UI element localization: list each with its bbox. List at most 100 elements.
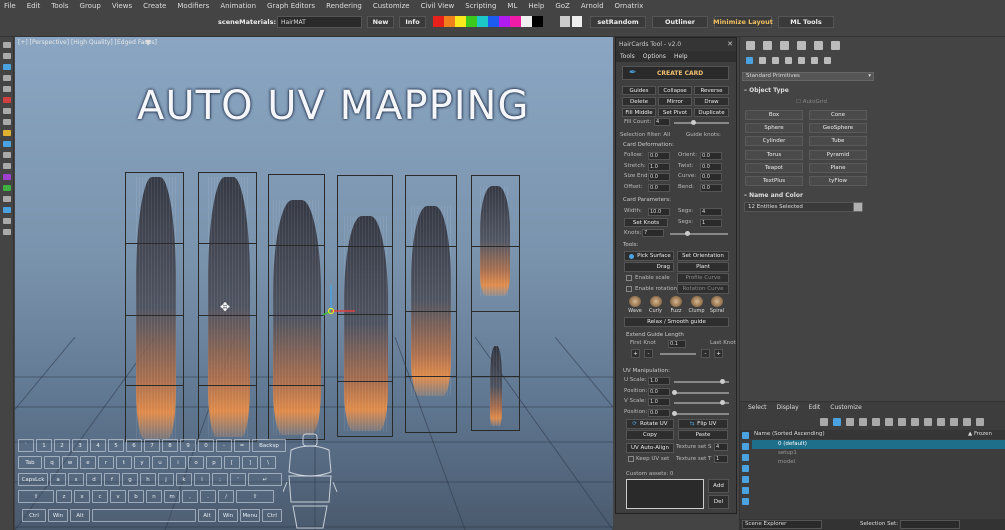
keyboard-key[interactable]: = [234, 439, 250, 452]
pick-surface-button[interactable]: Pick Surface [624, 251, 674, 261]
object-color-swatch[interactable] [853, 202, 863, 212]
group-icon[interactable] [872, 418, 880, 426]
object-tyflow-button[interactable]: tyFlow [809, 176, 867, 186]
keyboard-key[interactable]: ↵ [248, 473, 282, 486]
color-swatch[interactable] [499, 16, 510, 27]
keyboard-key[interactable]: b [128, 490, 144, 503]
col-frozen[interactable]: ▲ Frozen [968, 431, 992, 437]
width-field[interactable]: 10.0 [648, 208, 670, 216]
scale-icon[interactable] [3, 86, 11, 92]
object-textplus-button[interactable]: TextPlus [745, 176, 803, 186]
delete-button[interactable]: Delete [622, 97, 656, 106]
set-random-button[interactable]: setRandom [590, 16, 646, 28]
keyboard-key[interactable]: l [194, 473, 210, 486]
se-menu-edit[interactable]: Edit [809, 404, 821, 414]
keyboard-key[interactable]: 7 [144, 439, 160, 452]
move-icon[interactable] [3, 64, 11, 70]
filter-icon[interactable]: ▼ [145, 38, 151, 47]
color-swatch[interactable] [477, 16, 488, 27]
profile-curve-button[interactable]: Profile Curve [677, 273, 729, 283]
color-swatch[interactable] [455, 16, 466, 27]
keyboard-key[interactable]: . [200, 490, 216, 503]
shape-icon[interactable] [3, 218, 11, 224]
keyboard-key[interactable]: 6 [126, 439, 142, 452]
helpers-icon[interactable] [798, 57, 805, 64]
keyboard-key[interactable]: w [62, 456, 78, 469]
deform-field-right[interactable]: 0.0 [700, 173, 722, 181]
cameras-icon[interactable] [785, 57, 792, 64]
menu-create[interactable]: Create [143, 2, 166, 10]
menu-graph-editors[interactable]: Graph Editors [267, 2, 315, 10]
keyboard-key[interactable]: u [152, 456, 168, 469]
motion-icon[interactable] [797, 41, 806, 50]
filter-icon[interactable] [833, 418, 841, 426]
swatch-white-2[interactable] [572, 16, 582, 27]
uv-auto-align-button[interactable]: UV Auto-Align [626, 443, 674, 453]
deform-field-left[interactable]: 1.0 [648, 162, 670, 171]
selection-set-dropdown[interactable] [900, 520, 960, 529]
light-icon[interactable] [911, 418, 919, 426]
object-pyramid-button[interactable]: Pyramid [809, 149, 867, 160]
segs-field[interactable]: 4 [700, 208, 722, 216]
color-swatch[interactable] [521, 16, 532, 27]
uv-row-field[interactable]: 1.0 [648, 377, 670, 385]
flip-uv-button[interactable]: ⇆ Flip UV [678, 419, 728, 429]
create-card-button[interactable]: ✒ CREATE CARD [622, 66, 729, 80]
keyboard-key[interactable]: d [86, 473, 102, 486]
menu-group[interactable]: Group [80, 2, 101, 10]
style-clump-button[interactable]: Clump [688, 296, 706, 315]
hair-card-5[interactable] [405, 175, 457, 433]
fill-count-knob[interactable] [691, 120, 696, 125]
menu-file[interactable]: File [4, 2, 16, 10]
keyboard-key[interactable]: i [170, 456, 186, 469]
se-menu-select[interactable]: Select [748, 404, 767, 414]
keyboard-key[interactable]: 1 [36, 439, 52, 452]
color-swatch[interactable] [433, 16, 444, 27]
style-wave-button[interactable]: Wave [626, 296, 644, 315]
geometry-icon[interactable] [746, 57, 753, 64]
hair-icon[interactable] [3, 174, 11, 180]
last-knot-minus-button[interactable]: - [701, 349, 710, 358]
enable-scale-checkbox[interactable] [626, 275, 632, 281]
settings-icon[interactable] [976, 418, 984, 426]
utilities-icon[interactable] [831, 41, 840, 50]
keyboard-key[interactable]: ] [242, 456, 258, 469]
keyboard-key[interactable]: ' [230, 473, 246, 486]
system-icon[interactable] [3, 229, 11, 235]
keyboard-key[interactable]: 2 [54, 439, 70, 452]
objects-icon[interactable] [742, 443, 749, 450]
hair-card-6[interactable] [471, 175, 520, 431]
keyboard-key[interactable]: z [56, 490, 72, 503]
menu-customize[interactable]: Customize [373, 2, 410, 10]
hc-menu-options[interactable]: Options [643, 53, 666, 60]
lights-icon[interactable] [742, 454, 749, 461]
draw-button[interactable]: Draw [694, 97, 729, 106]
camera-icon[interactable] [3, 163, 11, 169]
keyboard-key[interactable]: r [98, 456, 114, 469]
keyboard-key[interactable]: Win [218, 509, 238, 522]
keyboard-key[interactable]: j [158, 473, 174, 486]
color-swatch[interactable] [466, 16, 477, 27]
keyboard-key[interactable]: m [164, 490, 180, 503]
move-gizmo-icon[interactable] [319, 277, 359, 317]
menu-ornatrix[interactable]: Ornatrix [615, 2, 644, 10]
color-swatch[interactable] [510, 16, 521, 27]
object-torus-button[interactable]: Torus [745, 149, 803, 160]
menu-scripting[interactable]: Scripting [465, 2, 496, 10]
knots-slider[interactable] [670, 233, 728, 235]
create-icon[interactable] [746, 41, 755, 50]
keyboard-key[interactable]: , [182, 490, 198, 503]
extend-slider[interactable] [660, 353, 696, 355]
keyboard-key[interactable]: c [92, 490, 108, 503]
delete-asset-button[interactable]: Del [708, 495, 729, 509]
fill-count-field[interactable]: 4 [654, 118, 670, 126]
deform-field-right[interactable]: 0.0 [700, 183, 722, 192]
color-swatch[interactable] [444, 16, 455, 27]
layers-icon[interactable] [742, 432, 749, 439]
keyboard-key[interactable]: y [134, 456, 150, 469]
scene-explorer-dropdown[interactable]: Scene Explorer [742, 520, 822, 529]
object-sphere-button[interactable]: Sphere [745, 123, 803, 134]
menu-views[interactable]: Views [112, 2, 132, 10]
keyboard-key[interactable]: 9 [180, 439, 196, 452]
color-swatch[interactable] [532, 16, 543, 27]
